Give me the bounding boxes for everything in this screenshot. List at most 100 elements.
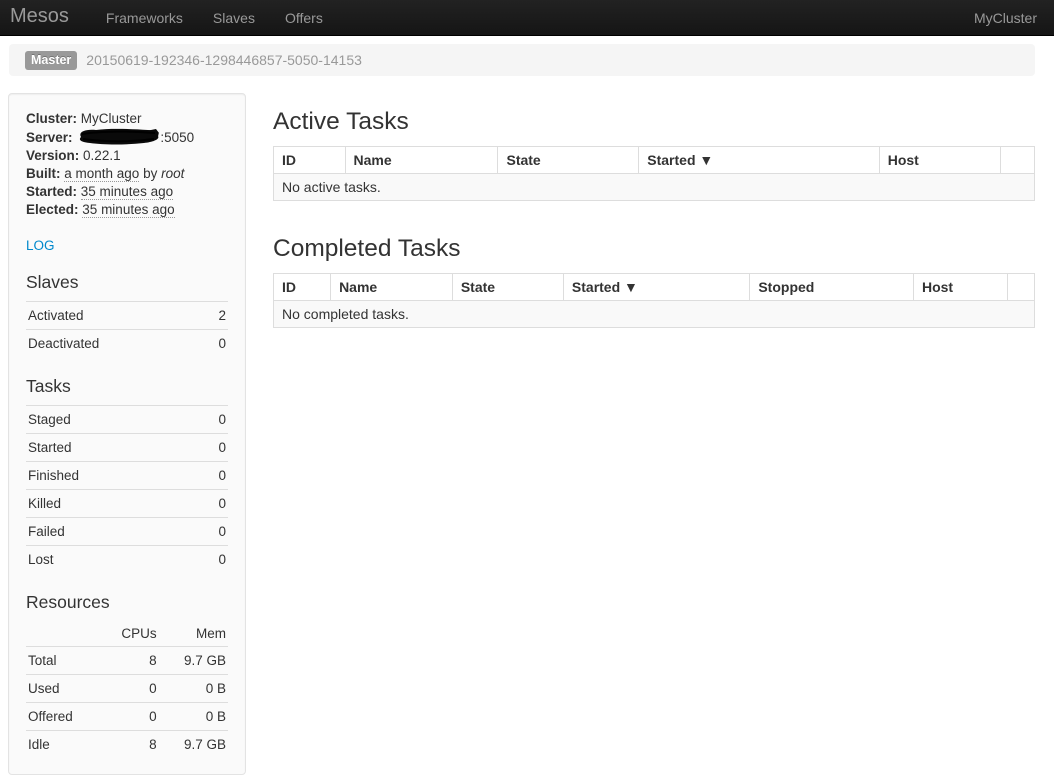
column-header-stopped[interactable]: Stopped [750, 274, 914, 301]
column-header-name[interactable]: Name [331, 274, 453, 301]
slaves-stat-table: Activated2Deactivated0 [26, 301, 228, 357]
resources-column-cpus: CPUs [99, 621, 158, 647]
stat-label: Deactivated [26, 330, 201, 358]
cluster-info-panel: Cluster: MyCluster Server: :5050 Version… [8, 93, 246, 775]
column-header-state[interactable]: State [452, 274, 563, 301]
stat-row: Finished0 [26, 462, 228, 490]
server-line: Server: :5050 [26, 128, 228, 147]
column-header-host[interactable]: Host [879, 147, 1001, 174]
column-header-id[interactable]: ID [274, 147, 346, 174]
stat-row: Deactivated0 [26, 330, 228, 358]
completed-tasks-table: IDNameStateStarted ▼StoppedHost No compl… [273, 273, 1035, 328]
nav-link-slaves[interactable]: Slaves [198, 10, 270, 26]
built-time: a month ago [64, 166, 139, 182]
resource-value: 0 B [159, 675, 228, 703]
version-value: 0.22.1 [83, 148, 121, 163]
server-redaction-scribble [76, 128, 160, 145]
stat-label: Activated [26, 302, 201, 330]
cluster-label: Cluster: [26, 111, 77, 126]
server-port: :5050 [160, 130, 194, 145]
tasks-section-title: Tasks [26, 376, 228, 397]
stat-value: 0 [193, 462, 228, 490]
elected-value: 35 minutes ago [82, 202, 174, 218]
stat-label: Started [26, 434, 193, 462]
stat-value: 2 [201, 302, 228, 330]
main-content: Active Tasks IDNameStateStarted ▼Host No… [273, 93, 1035, 328]
tasks-stat-table: Staged0Started0Finished0Killed0Failed0Lo… [26, 405, 228, 573]
version-label: Version: [26, 148, 79, 163]
stat-label: Staged [26, 406, 193, 434]
completed-tasks-header-row: IDNameStateStarted ▼StoppedHost [274, 274, 1035, 301]
resource-row: Idle89.7 GB [26, 731, 228, 759]
nav-link-frameworks[interactable]: Frameworks [91, 10, 198, 26]
server-label: Server: [26, 130, 73, 145]
log-link[interactable]: LOG [26, 238, 55, 253]
version-line: Version: 0.22.1 [26, 147, 228, 165]
stat-row: Started0 [26, 434, 228, 462]
resources-header-row: CPUsMem [26, 621, 228, 647]
completed-tasks-title: Completed Tasks [273, 234, 1035, 264]
active-tasks-header-row: IDNameStateStarted ▼Host [274, 147, 1035, 174]
resource-value: 8 [99, 647, 158, 675]
stat-row: Staged0 [26, 406, 228, 434]
stat-value: 0 [193, 546, 228, 574]
column-header-id[interactable]: ID [274, 274, 331, 301]
started-line: Started: 35 minutes ago [26, 183, 228, 201]
resources-table: CPUsMem Total89.7 GBUsed00 BOffered00 BI… [26, 621, 228, 758]
column-header-empty [1001, 147, 1035, 174]
resources-section-title: Resources [26, 592, 228, 613]
stat-value: 0 [201, 330, 228, 358]
active-tasks-table: IDNameStateStarted ▼Host No active tasks… [273, 146, 1035, 201]
navbar-cluster-name: MyCluster [974, 10, 1054, 26]
slaves-section-title: Slaves [26, 272, 228, 293]
built-label: Built: [26, 166, 61, 181]
breadcrumb: Master 20150619-192346-1298446857-5050-1… [9, 44, 1035, 76]
stat-value: 0 [193, 490, 228, 518]
completed-tasks-empty-message: No completed tasks. [274, 301, 1035, 328]
built-by-word: by [143, 166, 157, 181]
stat-value: 0 [193, 406, 228, 434]
resources-column-empty [26, 621, 99, 647]
stat-label: Killed [26, 490, 193, 518]
completed-tasks-empty-row: No completed tasks. [274, 301, 1035, 328]
stat-row: Failed0 [26, 518, 228, 546]
column-header-started[interactable]: Started ▼ [563, 274, 749, 301]
resources-column-mem: Mem [159, 621, 228, 647]
started-label: Started: [26, 184, 77, 199]
resource-label: Used [26, 675, 99, 703]
resource-label: Total [26, 647, 99, 675]
stat-row: Activated2 [26, 302, 228, 330]
built-line: Built: a month ago by root [26, 165, 228, 183]
column-header-empty [1008, 274, 1035, 301]
elected-label: Elected: [26, 202, 79, 217]
nav-link-offers[interactable]: Offers [270, 10, 338, 26]
brand-link-mesos[interactable]: Mesos [0, 5, 91, 30]
top-navbar: Mesos Frameworks Slaves Offers MyCluster [0, 0, 1054, 36]
resource-value: 8 [99, 731, 158, 759]
column-header-host[interactable]: Host [913, 274, 1007, 301]
stat-value: 0 [193, 434, 228, 462]
resource-label: Offered [26, 703, 99, 731]
resource-label: Idle [26, 731, 99, 759]
active-tasks-title: Active Tasks [273, 107, 1035, 137]
cluster-line: Cluster: MyCluster [26, 110, 228, 128]
column-header-name[interactable]: Name [345, 147, 498, 174]
resource-value: 0 [99, 675, 158, 703]
resource-value: 0 B [159, 703, 228, 731]
built-user: root [161, 166, 184, 181]
master-badge: Master [25, 51, 77, 70]
started-value: 35 minutes ago [81, 184, 173, 200]
resource-row: Used00 B [26, 675, 228, 703]
resource-value: 9.7 GB [159, 731, 228, 759]
stat-value: 0 [193, 518, 228, 546]
active-tasks-empty-row: No active tasks. [274, 174, 1035, 201]
column-header-state[interactable]: State [498, 147, 639, 174]
elected-line: Elected: 35 minutes ago [26, 201, 228, 219]
resource-row: Offered00 B [26, 703, 228, 731]
stat-label: Finished [26, 462, 193, 490]
stat-row: Lost0 [26, 546, 228, 574]
stat-row: Killed0 [26, 490, 228, 518]
stat-label: Lost [26, 546, 193, 574]
stat-label: Failed [26, 518, 193, 546]
column-header-started[interactable]: Started ▼ [639, 147, 879, 174]
